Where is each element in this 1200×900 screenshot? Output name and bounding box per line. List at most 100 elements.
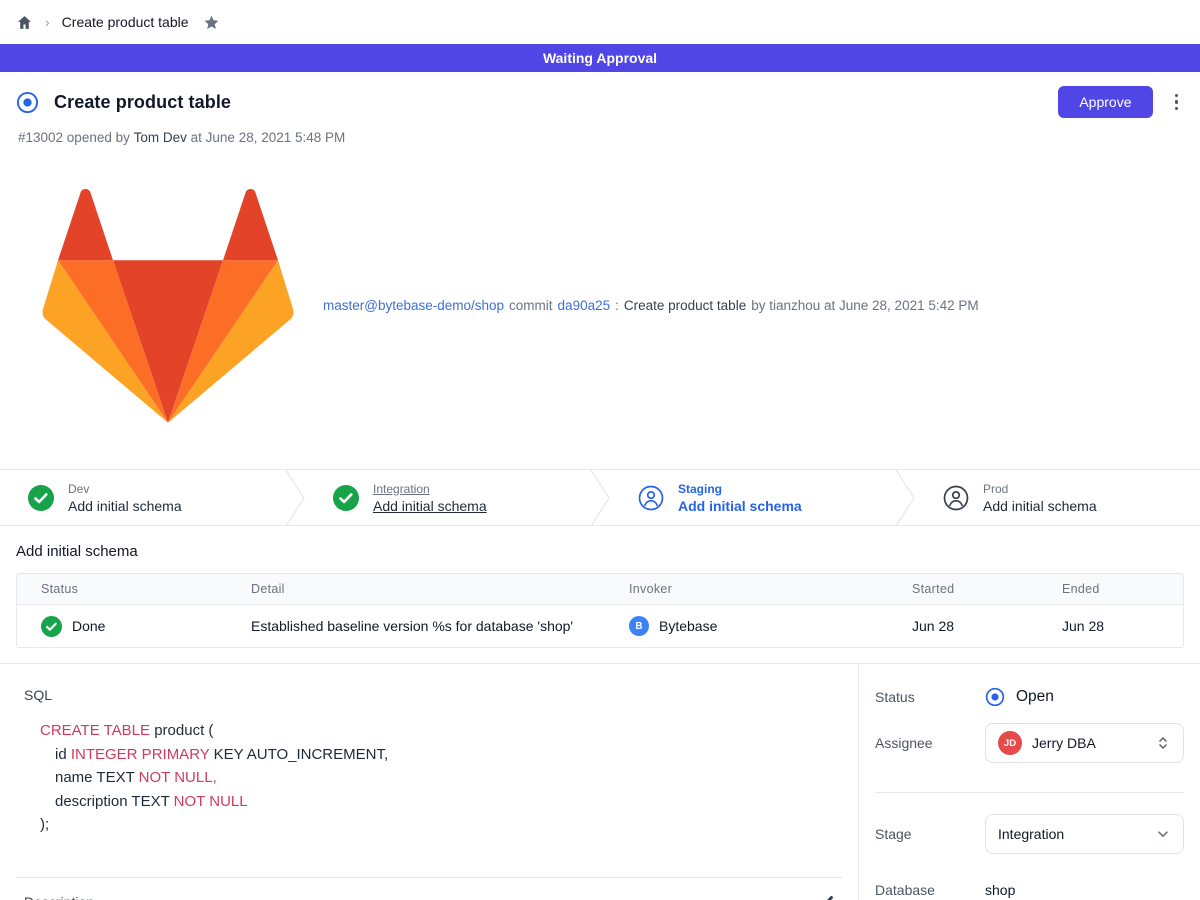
status-value: Open [1016,688,1054,706]
sql-text: product ( [150,722,213,739]
sql-code: CREATE TABLE product ( id INTEGER PRIMARY… [40,719,834,837]
description-section: Description Create product table [16,877,842,900]
issue-open-icon [16,91,39,114]
home-icon[interactable] [16,14,33,31]
issue-title: Create product table [54,92,231,113]
task-status-cell: Done [17,616,227,637]
person-circle-icon [943,485,969,511]
field-value: shop [985,882,1015,898]
invoker-avatar: B [629,616,649,636]
breadcrumb-current[interactable]: Create product table [62,14,189,30]
description-label: Description [24,894,94,900]
edit-pencil-icon[interactable] [818,893,836,900]
main-column: SQL CREATE TABLE product (id INTEGER PRI… [0,664,858,900]
sidebar-info-fields: DatabaseshopInstanceOn-premises Dev MySQ… [875,880,1184,900]
chevron-down-icon [1155,826,1171,842]
status-label: Status [875,689,985,705]
sql-text: name TEXT [55,769,139,786]
column-header-started: Started [888,582,1038,596]
task-title: Add initial schema [16,543,1184,560]
stage-text: ProdAdd initial schema [983,481,1097,515]
breadcrumb: › Create product table [0,0,1200,44]
commit-word: commit [509,298,553,313]
branch-repo-link[interactable]: master@bytebase-demo/shop [323,298,504,313]
stage-env-label: Dev [68,481,182,497]
issue-header: Create product table Approve #13002 open… [0,72,1200,469]
task-table-row[interactable]: Done Established baseline version %s for … [17,604,1183,647]
gitlab-icon [18,154,318,457]
assignee-avatar: JD [998,731,1022,755]
pipeline-stage-prod[interactable]: ProdAdd initial schema [915,470,1200,525]
sql-text: KEY AUTO_INCREMENT, [209,746,388,763]
stage-task-label: Add initial schema [983,497,1097,515]
approve-button[interactable]: Approve [1058,86,1152,118]
stage-task-label: Add initial schema [68,497,182,515]
check-circle-icon [41,616,62,637]
check-circle-icon [333,485,359,511]
sql-keyword: NOT NULL [174,793,248,810]
sidebar-divider [875,792,1184,793]
stage-task-label: Add initial schema [373,497,487,515]
sql-section: SQL CREATE TABLE product (id INTEGER PRI… [0,664,858,837]
issue-number: #13002 opened by [18,130,130,145]
waiting-approval-banner: Waiting Approval [0,44,1200,72]
field-label: Database [875,882,985,898]
check-circle-icon [28,485,54,511]
stage-env-label: Integration [373,481,487,497]
sidebar: Status Open Assignee JD Jerry DBA Stage [858,664,1200,900]
commit-message: Create product table [624,298,746,313]
task-table-header: StatusDetailInvokerStartedEnded [17,574,1183,604]
stage-text: StagingAdd initial schema [678,481,802,515]
chevron-right-icon: › [43,14,52,30]
stage-label: Stage [875,826,985,842]
sql-text: id [55,746,71,763]
status-row: Status Open [875,687,1184,707]
commit-hash-link[interactable]: da90a25 [558,298,611,313]
pipeline-stage-dev[interactable]: DevAdd initial schema [0,470,285,525]
stage-env-label: Staging [678,481,802,497]
column-header-invoker: Invoker [605,582,888,596]
sql-keyword: INTEGER PRIMARY [71,746,210,763]
pipeline-stages: DevAdd initial schemaIntegrationAdd init… [0,469,1200,526]
sql-line: description TEXT NOT NULL [40,790,834,814]
assignee-label: Assignee [875,735,985,751]
column-header-ended: Ended [1038,582,1183,596]
sql-line: CREATE TABLE product ( [40,719,834,743]
sql-line: name TEXT NOT NULL, [40,766,834,790]
kebab-menu-icon[interactable] [1169,90,1185,115]
stage-separator-icon [895,470,915,525]
stage-text: DevAdd initial schema [68,481,182,515]
assignee-value: Jerry DBA [1032,735,1096,751]
pipeline-stage-staging[interactable]: StagingAdd initial schema [610,470,895,525]
colon: : [615,298,619,313]
sql-keyword: CREATE TABLE [40,722,150,739]
stage-row: Stage Integration [875,814,1184,854]
task-status-text: Done [72,618,105,634]
task-table: StatusDetailInvokerStartedEnded Done Esta… [16,573,1184,648]
stage-select[interactable]: Integration [985,814,1184,854]
column-header-detail: Detail [227,582,605,596]
sql-text: ); [40,816,49,833]
task-ended-cell: Jun 28 [1038,618,1183,634]
task-detail-cell: Established baseline version %s for data… [227,618,605,634]
task-started-cell: Jun 28 [888,618,1038,634]
stage-value: Integration [998,826,1064,842]
stage-text: IntegrationAdd initial schema [373,481,487,515]
star-icon[interactable] [203,14,220,31]
assignee-select[interactable]: JD Jerry DBA [985,723,1184,763]
task-invoker-cell: BBytebase [605,616,888,636]
issue-meta: #13002 opened by Tom Dev at June 28, 202… [18,130,1184,145]
issue-author: Tom Dev [134,130,187,145]
updown-chevron-icon [1155,735,1171,751]
stage-separator-icon [590,470,610,525]
sql-keyword: NOT NULL, [139,769,217,786]
sql-text: description TEXT [55,793,174,810]
stage-separator-icon [285,470,305,525]
commit-byline: by tianzhou at June 28, 2021 5:42 PM [751,298,978,313]
column-header-status: Status [17,582,227,596]
pipeline-stage-integration[interactable]: IntegrationAdd initial schema [305,470,590,525]
stage-env-label: Prod [983,481,1097,497]
open-status-icon [985,687,1005,707]
assignee-row: Assignee JD Jerry DBA [875,723,1184,763]
stage-task-label: Add initial schema [678,497,802,515]
